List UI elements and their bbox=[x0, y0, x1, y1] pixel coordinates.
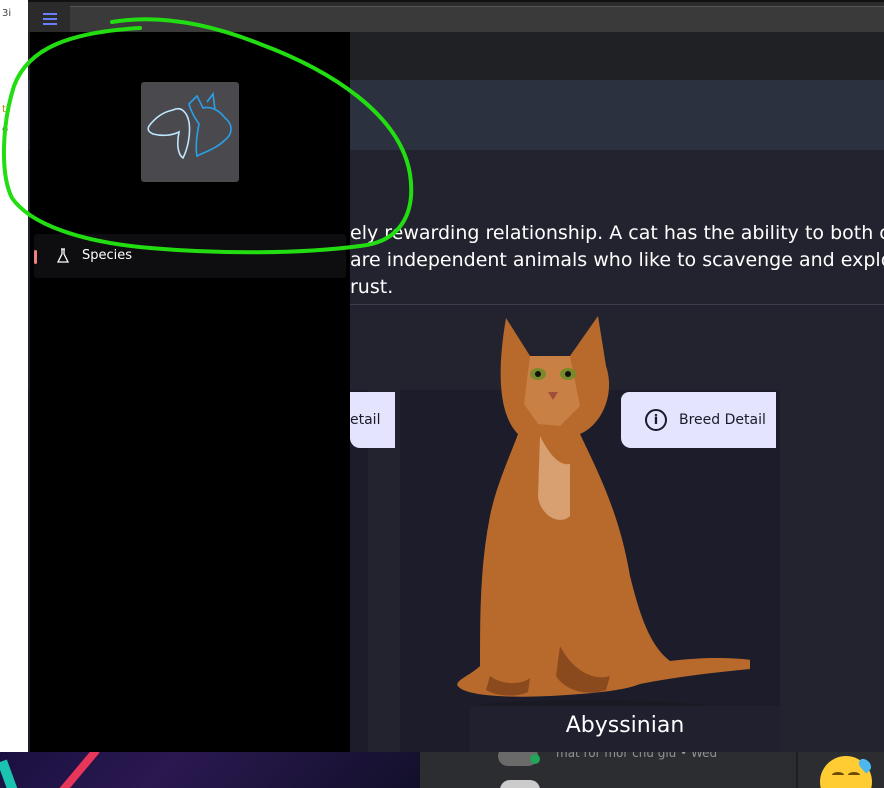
desktop-fragment: t bbox=[2, 104, 6, 115]
divider bbox=[796, 752, 798, 788]
active-indicator bbox=[34, 250, 37, 264]
emoji-eye bbox=[848, 772, 860, 778]
hero-description: ely rewarding relationship. A cat has th… bbox=[350, 220, 884, 301]
screen: 3i t o mat ror mor chu giu • Wed ely rew… bbox=[0, 0, 884, 788]
cat-photo bbox=[457, 316, 750, 716]
wallpaper-stripe bbox=[0, 759, 21, 788]
hero-line: are independent animals who like to scav… bbox=[350, 249, 884, 271]
online-status-icon bbox=[530, 754, 540, 764]
desktop-wallpaper bbox=[0, 752, 420, 788]
hero-line: rust. bbox=[350, 276, 394, 298]
cat-dog-logo-icon[interactable] bbox=[141, 82, 239, 182]
sidebar-item-label: Species bbox=[82, 248, 133, 263]
flask-icon bbox=[56, 248, 70, 263]
browser-tab[interactable] bbox=[70, 6, 884, 34]
desktop-fragment: o bbox=[2, 124, 9, 135]
avatar[interactable] bbox=[500, 780, 540, 788]
wallpaper-stripe bbox=[48, 752, 100, 788]
sidebar-item-species[interactable]: Species bbox=[34, 234, 346, 278]
breed-detail-label: etail bbox=[350, 412, 381, 428]
breed-detail-button[interactable]: etail bbox=[350, 392, 395, 448]
logo-graphic bbox=[147, 91, 232, 160]
hero-line: ely rewarding relationship. A cat has th… bbox=[350, 222, 884, 244]
chat-window-fragment: mat ror mor chu giu • Wed bbox=[420, 746, 884, 788]
divider bbox=[350, 304, 884, 305]
breed-name[interactable]: Abyssinian bbox=[470, 706, 780, 752]
hamburger-menu-icon[interactable] bbox=[32, 10, 68, 30]
desktop-left-strip: 3i t o bbox=[0, 0, 28, 788]
browser-tab-bar bbox=[28, 0, 884, 34]
desktop-fragment: 3i bbox=[2, 8, 12, 19]
emoji-eye bbox=[832, 772, 844, 778]
sidebar-drawer: Species bbox=[30, 32, 350, 752]
